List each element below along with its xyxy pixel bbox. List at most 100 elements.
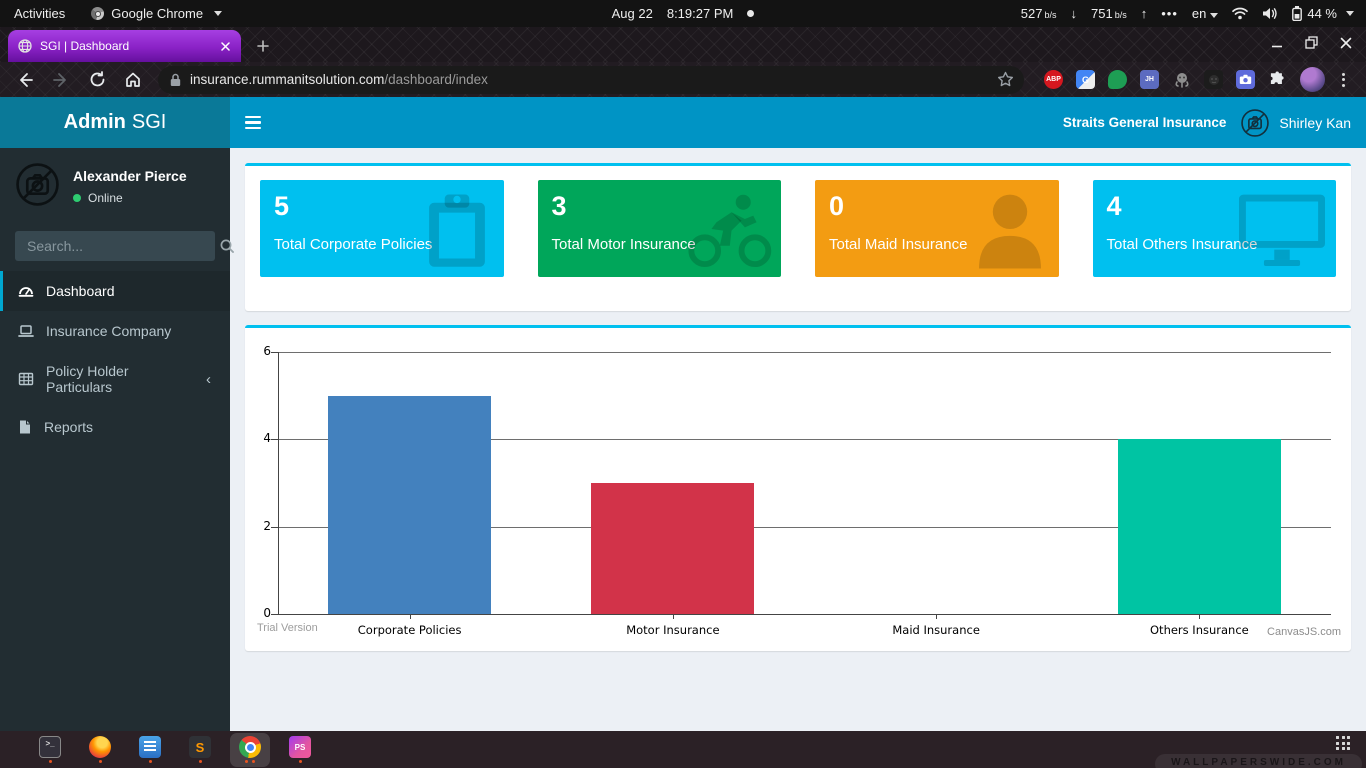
window-minimize-button[interactable] [1271,36,1283,54]
taskbar-item-sublime[interactable]: S [180,733,220,767]
chrome-icon [91,7,104,20]
info-box-motor-insurance[interactable]: 3 Total Motor Insurance [538,180,782,277]
text-editor-icon [139,736,161,758]
clock-time[interactable]: 8:19:27 PM [667,6,734,21]
canvasjs-credit-link[interactable]: CanvasJS.com [1267,626,1341,638]
browser-menu-button[interactable] [1338,73,1349,87]
caret-down-icon [1346,11,1354,16]
sidebar-user-status[interactable]: Online [73,191,187,205]
app-logo[interactable]: Admin SGI [0,97,230,148]
wallpaper-watermark: WALLPAPERSWIDE.COM [1155,754,1362,768]
volume-icon[interactable] [1262,7,1278,20]
dark-mask-icon[interactable] [1204,70,1223,89]
taskbar-item-firefox[interactable] [80,733,120,767]
broken-avatar-icon [1240,108,1270,138]
net-speed-down: 527b/s [1021,6,1057,21]
chart-watermark: Trial Version [257,622,318,634]
caret-down-icon [214,11,222,16]
window-close-button[interactable] [1340,36,1352,54]
company-name: Straits General Insurance [1063,115,1227,130]
chart-xtick [936,614,937,619]
chart-category-label: Motor Insurance [626,623,719,637]
jh-extension-icon[interactable]: JH [1140,70,1159,89]
octopus-extension-icon[interactable] [1172,70,1191,89]
chart-xtick [673,614,674,619]
info-box-maid-insurance[interactable]: 0 Total Maid Insurance [815,180,1059,277]
chart-ytick-label: 0 [245,606,271,620]
phpstorm-icon: PS [289,736,311,758]
tray-dots-icon[interactable]: ••• [1161,6,1178,21]
sidebar-toggle-button[interactable] [230,97,275,148]
app-menu-button[interactable]: Google Chrome [91,6,222,21]
adblock-plus-icon[interactable]: ABP [1044,70,1063,89]
chart-category-label: Corporate Policies [358,623,462,637]
cyclist-icon [683,187,775,271]
chart-y-axis [278,352,279,615]
search-input[interactable] [15,238,220,254]
file-icon [18,419,32,435]
chart-ytick [271,527,278,528]
user-name: Shirley Kan [1279,115,1351,131]
chart-bar [1118,439,1281,614]
browser-tab-sgi-dashboard[interactable]: SGI | Dashboard [8,30,241,62]
desktop-monitor-icon [1234,186,1330,272]
chart-xtick [1199,614,1200,619]
globe-favicon-icon [18,39,32,53]
forward-button[interactable] [46,65,76,95]
bookmark-star-icon[interactable] [997,71,1014,88]
taskbar-item-phpstorm[interactable]: PS [280,733,320,767]
wifi-icon[interactable] [1232,7,1248,20]
extensions-puzzle-icon[interactable] [1268,70,1287,89]
summary-card: 5 Total Corporate Policies 3 Total Motor… [245,163,1351,311]
tab-title: SGI | Dashboard [40,39,209,53]
chart-ytick-label: 6 [245,344,271,358]
laptop-icon [18,323,34,339]
sidebar-item-policy-holder-particulars[interactable]: Policy Holder Particulars ‹ [0,351,230,407]
chart-card: Trial Version CanvasJS.com 0246Corporate… [245,325,1351,651]
notification-dot-icon [747,10,754,17]
info-box-others-insurance[interactable]: 4 Total Others Insurance [1093,180,1337,277]
bar-chart: Trial Version CanvasJS.com 0246Corporate… [245,330,1351,648]
google-chrome-icon [239,736,261,758]
chart-gridline [278,614,1331,615]
battery-icon[interactable]: 44 % [1292,6,1354,21]
home-button[interactable] [118,65,148,95]
profile-avatar[interactable] [1300,67,1325,92]
sidebar-user-panel: Alexander Pierce Online [0,148,230,217]
google-translate-icon[interactable]: G [1076,70,1095,89]
language-indicator[interactable]: en [1192,6,1218,21]
chart-category-label: Maid Insurance [892,623,980,637]
sidebar-item-dashboard[interactable]: Dashboard [0,271,230,311]
chart-ytick-label: 4 [245,431,271,445]
info-box-corporate-policies[interactable]: 5 Total Corporate Policies [260,180,504,277]
taskbar-item-chrome[interactable] [230,733,270,767]
online-dot-icon [73,194,81,202]
taskbar-item-terminal[interactable]: >_ [30,733,70,767]
user-menu[interactable]: Shirley Kan [1240,108,1351,138]
broken-avatar-icon [15,162,60,207]
app-menu-label: Google Chrome [111,6,203,21]
sidebar: Alexander Pierce Online Dashboard Insura… [0,148,230,731]
browser-tab-strip: SGI | Dashboard [0,27,1366,62]
sidebar-item-reports[interactable]: Reports [0,407,230,447]
show-applications-grid-icon[interactable] [1336,736,1350,750]
reload-button[interactable] [82,65,112,95]
sidebar-menu: Dashboard Insurance Company Policy Holde… [0,271,230,447]
clipboard-icon [416,185,498,273]
tab-close-icon[interactable] [217,38,233,54]
green-leaf-icon[interactable] [1108,70,1127,89]
chart-category-label: Others Insurance [1150,623,1249,637]
sidebar-item-insurance-company[interactable]: Insurance Company [0,311,230,351]
person-icon [967,185,1053,273]
chevron-left-icon: ‹ [206,371,211,388]
window-restore-button[interactable] [1305,36,1318,54]
screenshot-camera-icon[interactable] [1236,70,1255,89]
clock-date[interactable]: Aug 22 [612,6,653,21]
activities-button[interactable]: Activities [14,6,65,21]
new-tab-button[interactable] [249,32,277,60]
chart-ytick [271,614,278,615]
url-bar[interactable]: insurance.rummanitsolution.com/dashboard… [158,66,1024,94]
url-text: insurance.rummanitsolution.com/dashboard… [190,72,988,87]
taskbar-item-text-editor[interactable] [130,733,170,767]
back-button[interactable] [10,65,40,95]
